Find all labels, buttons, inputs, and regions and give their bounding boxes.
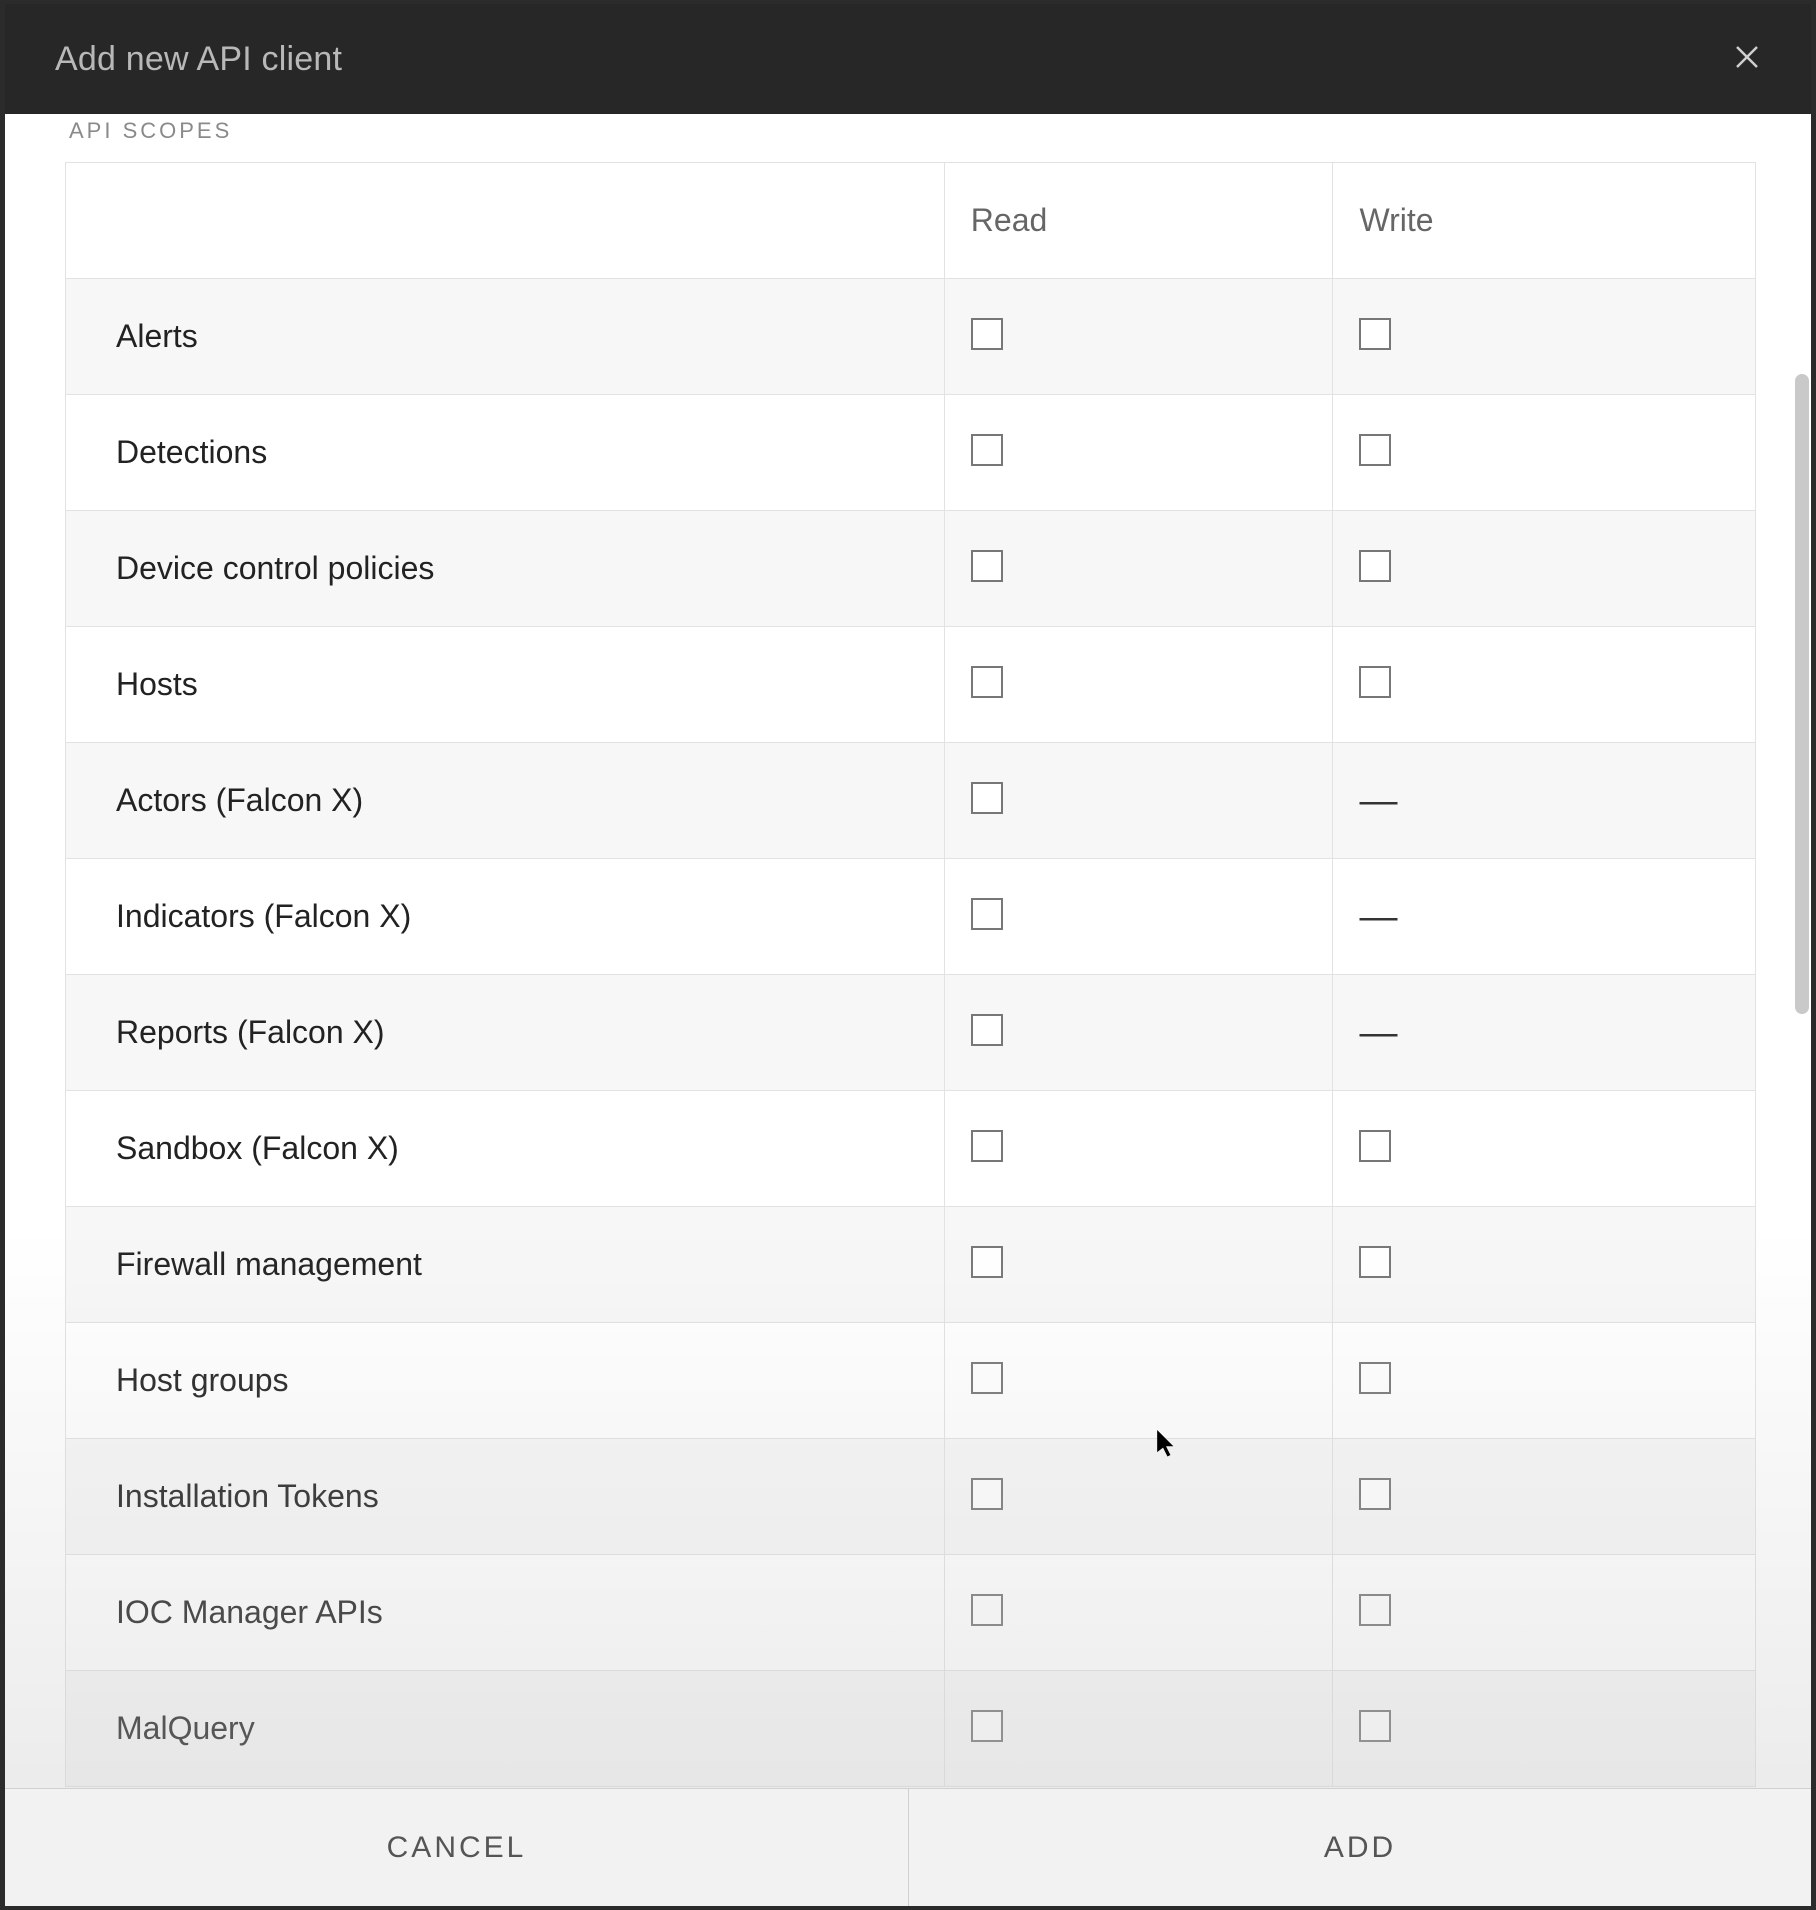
- scope-read-cell: [944, 1555, 1333, 1671]
- modal-header: Add new API client: [5, 4, 1811, 114]
- scope-write-checkbox[interactable]: [1359, 434, 1391, 466]
- scope-read-checkbox[interactable]: [971, 550, 1003, 582]
- scope-row: Host groups: [66, 1323, 1756, 1439]
- scope-read-cell: [944, 1671, 1333, 1787]
- scope-read-checkbox[interactable]: [971, 782, 1003, 814]
- scope-row: IOC Manager APIs: [66, 1555, 1756, 1671]
- scope-row: Device control policies: [66, 511, 1756, 627]
- scope-row: Reports (Falcon X) —: [66, 975, 1756, 1091]
- scope-row: Sandbox (Falcon X): [66, 1091, 1756, 1207]
- scope-read-cell: [944, 1323, 1333, 1439]
- scope-write-checkbox[interactable]: [1359, 1362, 1391, 1394]
- scope-name: Actors (Falcon X): [66, 743, 945, 859]
- add-button[interactable]: ADD: [908, 1789, 1811, 1906]
- scope-row: Indicators (Falcon X) —: [66, 859, 1756, 975]
- scope-write-checkbox[interactable]: [1359, 1130, 1391, 1162]
- scope-write-checkbox[interactable]: [1359, 1710, 1391, 1742]
- scope-write-cell: [1333, 1671, 1756, 1787]
- scope-read-checkbox[interactable]: [971, 1014, 1003, 1046]
- scope-write-cell: [1333, 1323, 1756, 1439]
- scope-name: Detections: [66, 395, 945, 511]
- scope-write-checkbox[interactable]: [1359, 1594, 1391, 1626]
- close-button[interactable]: [1723, 35, 1771, 83]
- scope-write-checkbox[interactable]: [1359, 1478, 1391, 1510]
- scope-row: Hosts: [66, 627, 1756, 743]
- scope-read-cell: [944, 1207, 1333, 1323]
- scope-name: Sandbox (Falcon X): [66, 1091, 945, 1207]
- scope-read-cell: [944, 1091, 1333, 1207]
- scope-write-cell: —: [1333, 975, 1756, 1091]
- column-header-write: Write: [1333, 163, 1756, 279]
- scope-read-checkbox[interactable]: [971, 898, 1003, 930]
- api-scopes-table: Read Write AlertsDetectionsDevice contro…: [65, 162, 1756, 1787]
- scope-write-cell: [1333, 627, 1756, 743]
- scope-name: MalQuery: [66, 1671, 945, 1787]
- scope-read-checkbox[interactable]: [971, 1362, 1003, 1394]
- scope-name: Device control policies: [66, 511, 945, 627]
- table-header-row: Read Write: [66, 163, 1756, 279]
- add-api-client-modal: Add new API client API SCOPES Read Write: [5, 4, 1811, 1906]
- not-available-icon: —: [1359, 1014, 1397, 1052]
- scope-read-checkbox[interactable]: [971, 1130, 1003, 1162]
- scope-read-cell: [944, 279, 1333, 395]
- scope-read-checkbox[interactable]: [971, 1246, 1003, 1278]
- not-available-icon: —: [1359, 898, 1397, 936]
- column-header-name: [66, 163, 945, 279]
- scope-read-cell: [944, 859, 1333, 975]
- scope-read-cell: [944, 395, 1333, 511]
- scope-name: Reports (Falcon X): [66, 975, 945, 1091]
- scope-read-checkbox[interactable]: [971, 1710, 1003, 1742]
- scope-write-cell: —: [1333, 743, 1756, 859]
- scope-row: Installation Tokens: [66, 1439, 1756, 1555]
- scope-read-cell: [944, 1439, 1333, 1555]
- close-icon: [1732, 42, 1762, 77]
- scrollbar-track[interactable]: [1793, 114, 1811, 1788]
- modal-footer: CANCEL ADD: [5, 1788, 1811, 1906]
- api-scopes-label: API SCOPES: [65, 114, 1756, 162]
- scope-row: MalQuery: [66, 1671, 1756, 1787]
- scope-name: Alerts: [66, 279, 945, 395]
- scope-read-cell: [944, 511, 1333, 627]
- scope-read-checkbox[interactable]: [971, 1478, 1003, 1510]
- scope-write-cell: [1333, 1091, 1756, 1207]
- scrollbar-thumb[interactable]: [1795, 374, 1809, 1014]
- scope-name: Installation Tokens: [66, 1439, 945, 1555]
- scope-write-checkbox[interactable]: [1359, 550, 1391, 582]
- column-header-read: Read: [944, 163, 1333, 279]
- scope-write-checkbox[interactable]: [1359, 666, 1391, 698]
- scope-read-cell: [944, 627, 1333, 743]
- scope-write-cell: [1333, 511, 1756, 627]
- scope-write-cell: [1333, 395, 1756, 511]
- not-available-icon: —: [1359, 782, 1397, 820]
- scope-write-cell: [1333, 1207, 1756, 1323]
- scope-name: Indicators (Falcon X): [66, 859, 945, 975]
- scope-row: Actors (Falcon X) —: [66, 743, 1756, 859]
- scope-read-cell: [944, 975, 1333, 1091]
- scope-write-cell: [1333, 279, 1756, 395]
- scope-write-cell: [1333, 1439, 1756, 1555]
- scope-read-cell: [944, 743, 1333, 859]
- scope-read-checkbox[interactable]: [971, 666, 1003, 698]
- scope-row: Firewall management: [66, 1207, 1756, 1323]
- scope-read-checkbox[interactable]: [971, 1594, 1003, 1626]
- scope-row: Alerts: [66, 279, 1756, 395]
- scope-name: Host groups: [66, 1323, 945, 1439]
- modal-title: Add new API client: [55, 40, 342, 79]
- scope-write-cell: —: [1333, 859, 1756, 975]
- cancel-button[interactable]: CANCEL: [5, 1789, 908, 1906]
- scope-write-checkbox[interactable]: [1359, 1246, 1391, 1278]
- scope-row: Detections: [66, 395, 1756, 511]
- modal-body: API SCOPES Read Write AlertsDetectionsDe…: [5, 114, 1811, 1788]
- scope-read-checkbox[interactable]: [971, 318, 1003, 350]
- scope-write-checkbox[interactable]: [1359, 318, 1391, 350]
- scope-name: IOC Manager APIs: [66, 1555, 945, 1671]
- scope-name: Firewall management: [66, 1207, 945, 1323]
- scope-write-cell: [1333, 1555, 1756, 1671]
- scope-name: Hosts: [66, 627, 945, 743]
- scope-read-checkbox[interactable]: [971, 434, 1003, 466]
